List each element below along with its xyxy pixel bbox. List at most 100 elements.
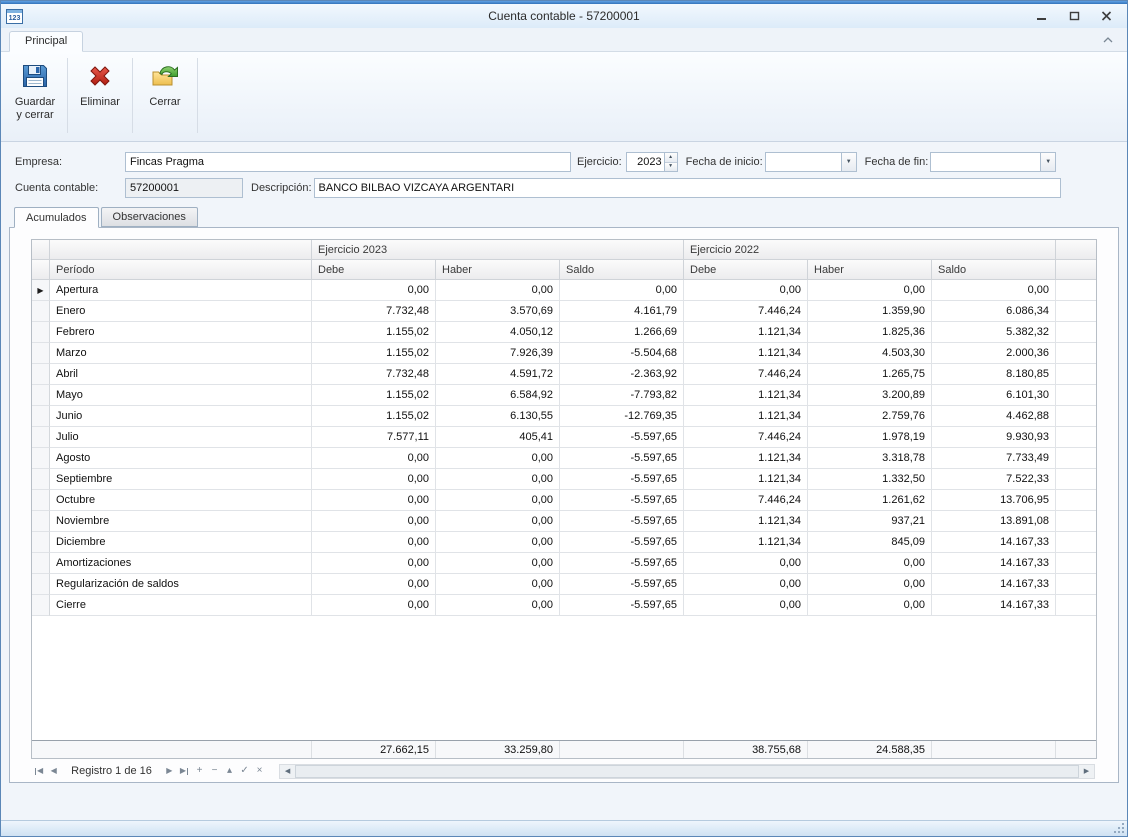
summary-haber-2022: 24.588,35 [808,741,932,758]
table-row[interactable]: ▶Apertura0,000,000,000,000,000,00 [32,280,1096,301]
fecha-inicio-field[interactable]: ▼ [765,152,857,172]
cerrar-button[interactable]: Cerrar [139,54,191,139]
amount-cell: -5.504,68 [560,343,684,364]
grid-table: Ejercicio 2023 Ejercicio 2022 Período De… [31,239,1097,759]
fecha-inicio-label: Fecha de inicio: [686,156,763,168]
scrollbar-thumb[interactable] [295,765,1079,778]
table-row[interactable]: Agosto0,000,00-5.597,651.121,343.318,787… [32,448,1096,469]
nav-next-button[interactable]: ▶ [162,763,177,779]
row-indicator [32,301,50,322]
empresa-field[interactable] [125,152,571,172]
nav-last-button[interactable]: ▶ [177,763,192,779]
column-header-haber-2023[interactable]: Haber [436,260,560,280]
indicator-header [32,260,50,280]
column-header-debe-2022[interactable]: Debe [684,260,808,280]
save-icon [19,60,51,92]
close-button[interactable] [1097,9,1115,24]
ribbon-tab-bar: Principal [1,28,1127,52]
table-row[interactable]: Enero7.732,483.570,694.161,797.446,241.3… [32,301,1096,322]
nav-append-button[interactable]: + [192,763,207,779]
nav-post-button[interactable]: ✓ [237,763,252,779]
amount-cell: -5.597,65 [560,532,684,553]
eliminar-button[interactable]: Eliminar [74,54,126,139]
amount-cell: 6.130,55 [436,406,560,427]
cuenta-contable-field[interactable] [125,178,243,198]
table-row[interactable]: Febrero1.155,024.050,121.266,691.121,341… [32,322,1096,343]
table-row[interactable]: Octubre0,000,00-5.597,657.446,241.261,62… [32,490,1096,511]
minimize-button[interactable] [1033,9,1051,24]
period-cell: Mayo [50,385,312,406]
row-indicator [32,385,50,406]
ribbon-tab-principal[interactable]: Principal [9,31,83,52]
band-ejercicio-2023[interactable]: Ejercicio 2023 [312,240,684,260]
scroll-left-button[interactable]: ◀ [280,765,295,778]
nav-delete-button[interactable]: − [207,763,222,779]
period-cell: Apertura [50,280,312,301]
tab-acumulados[interactable]: Acumulados [14,207,99,228]
ejercicio-spinner[interactable]: ▲ ▼ [626,152,678,172]
amount-cell: 0,00 [684,574,808,595]
spin-down-button[interactable]: ▼ [665,162,677,172]
descripcion-input[interactable] [315,179,1060,197]
scroll-right-button[interactable]: ▶ [1079,765,1094,778]
table-row[interactable]: Julio7.577,11405,41-5.597,657.446,241.97… [32,427,1096,448]
fecha-inicio-input[interactable] [766,153,841,171]
amount-cell: -5.597,65 [560,574,684,595]
fecha-fin-field[interactable]: ▼ [930,152,1056,172]
fecha-fin-dropdown-button[interactable]: ▼ [1040,153,1055,171]
row-indicator [32,532,50,553]
band-ejercicio-2022[interactable]: Ejercicio 2022 [684,240,1056,260]
guardar-y-cerrar-button[interactable]: Guardar y cerrar [9,54,61,139]
table-row[interactable]: Regularización de saldos0,000,00-5.597,6… [32,574,1096,595]
table-row[interactable]: Diciembre0,000,00-5.597,651.121,34845,09… [32,532,1096,553]
table-row[interactable]: Amortizaciones0,000,00-5.597,650,000,001… [32,553,1096,574]
table-row[interactable]: Marzo1.155,027.926,39-5.504,681.121,344.… [32,343,1096,364]
amount-cell: 13.706,95 [932,490,1056,511]
table-row[interactable]: Noviembre0,000,00-5.597,651.121,34937,21… [32,511,1096,532]
nav-edit-button[interactable]: ▴ [222,763,237,779]
bar-glyph [187,768,188,775]
fecha-fin-input[interactable] [931,153,1040,171]
band-empty-cell [50,240,312,260]
column-header-periodo[interactable]: Período [50,260,312,280]
table-row[interactable]: Abril7.732,484.591,72-2.363,927.446,241.… [32,364,1096,385]
amount-cell: 1.155,02 [312,385,436,406]
empresa-input[interactable] [126,153,570,171]
table-row[interactable]: Septiembre0,000,00-5.597,651.121,341.332… [32,469,1096,490]
cuenta-contable-input[interactable] [126,179,242,197]
resize-grip-icon[interactable] [1113,822,1125,834]
nav-cancel-button[interactable]: × [252,763,267,779]
scrollbar-track[interactable] [295,765,1079,778]
amount-cell: 0,00 [932,280,1056,301]
ribbon-collapse-button[interactable] [1103,37,1113,43]
spin-up-button[interactable]: ▲ [665,153,677,162]
amount-cell: 1.121,34 [684,406,808,427]
amount-cell: 7.446,24 [684,364,808,385]
tab-observaciones[interactable]: Observaciones [101,207,198,227]
amount-cell: 1.155,02 [312,322,436,343]
table-row[interactable]: Cierre0,000,00-5.597,650,000,0014.167,33 [32,595,1096,616]
scroll-right-icon: ▶ [1084,767,1089,775]
table-row[interactable]: Junio1.155,026.130,55-12.769,351.121,342… [32,406,1096,427]
amount-cell: 0,00 [312,280,436,301]
column-header-saldo-2023[interactable]: Saldo [560,260,684,280]
fecha-inicio-dropdown-button[interactable]: ▼ [841,153,856,171]
column-header-saldo-2022[interactable]: Saldo [932,260,1056,280]
amount-cell: 1.155,02 [312,406,436,427]
descripcion-field[interactable] [314,178,1061,198]
ejercicio-input[interactable] [627,153,664,171]
amount-cell: 0,00 [436,469,560,490]
nav-prev-button[interactable]: ◀ [46,763,61,779]
period-cell: Noviembre [50,511,312,532]
nav-first-button[interactable]: ◀ [31,763,46,779]
horizontal-scrollbar[interactable]: ◀ ▶ [279,764,1095,779]
maximize-button[interactable] [1065,9,1083,24]
amount-cell: -5.597,65 [560,553,684,574]
column-header-debe-2023[interactable]: Debe [312,260,436,280]
amount-cell: 0,00 [436,574,560,595]
amount-cell: 2.000,36 [932,343,1056,364]
titlebar[interactable]: Cuenta contable - 57200001 123 [1,4,1127,28]
table-row[interactable]: Mayo1.155,026.584,92-7.793,821.121,343.2… [32,385,1096,406]
column-header-haber-2022[interactable]: Haber [808,260,932,280]
amount-cell: 1.265,75 [808,364,932,385]
